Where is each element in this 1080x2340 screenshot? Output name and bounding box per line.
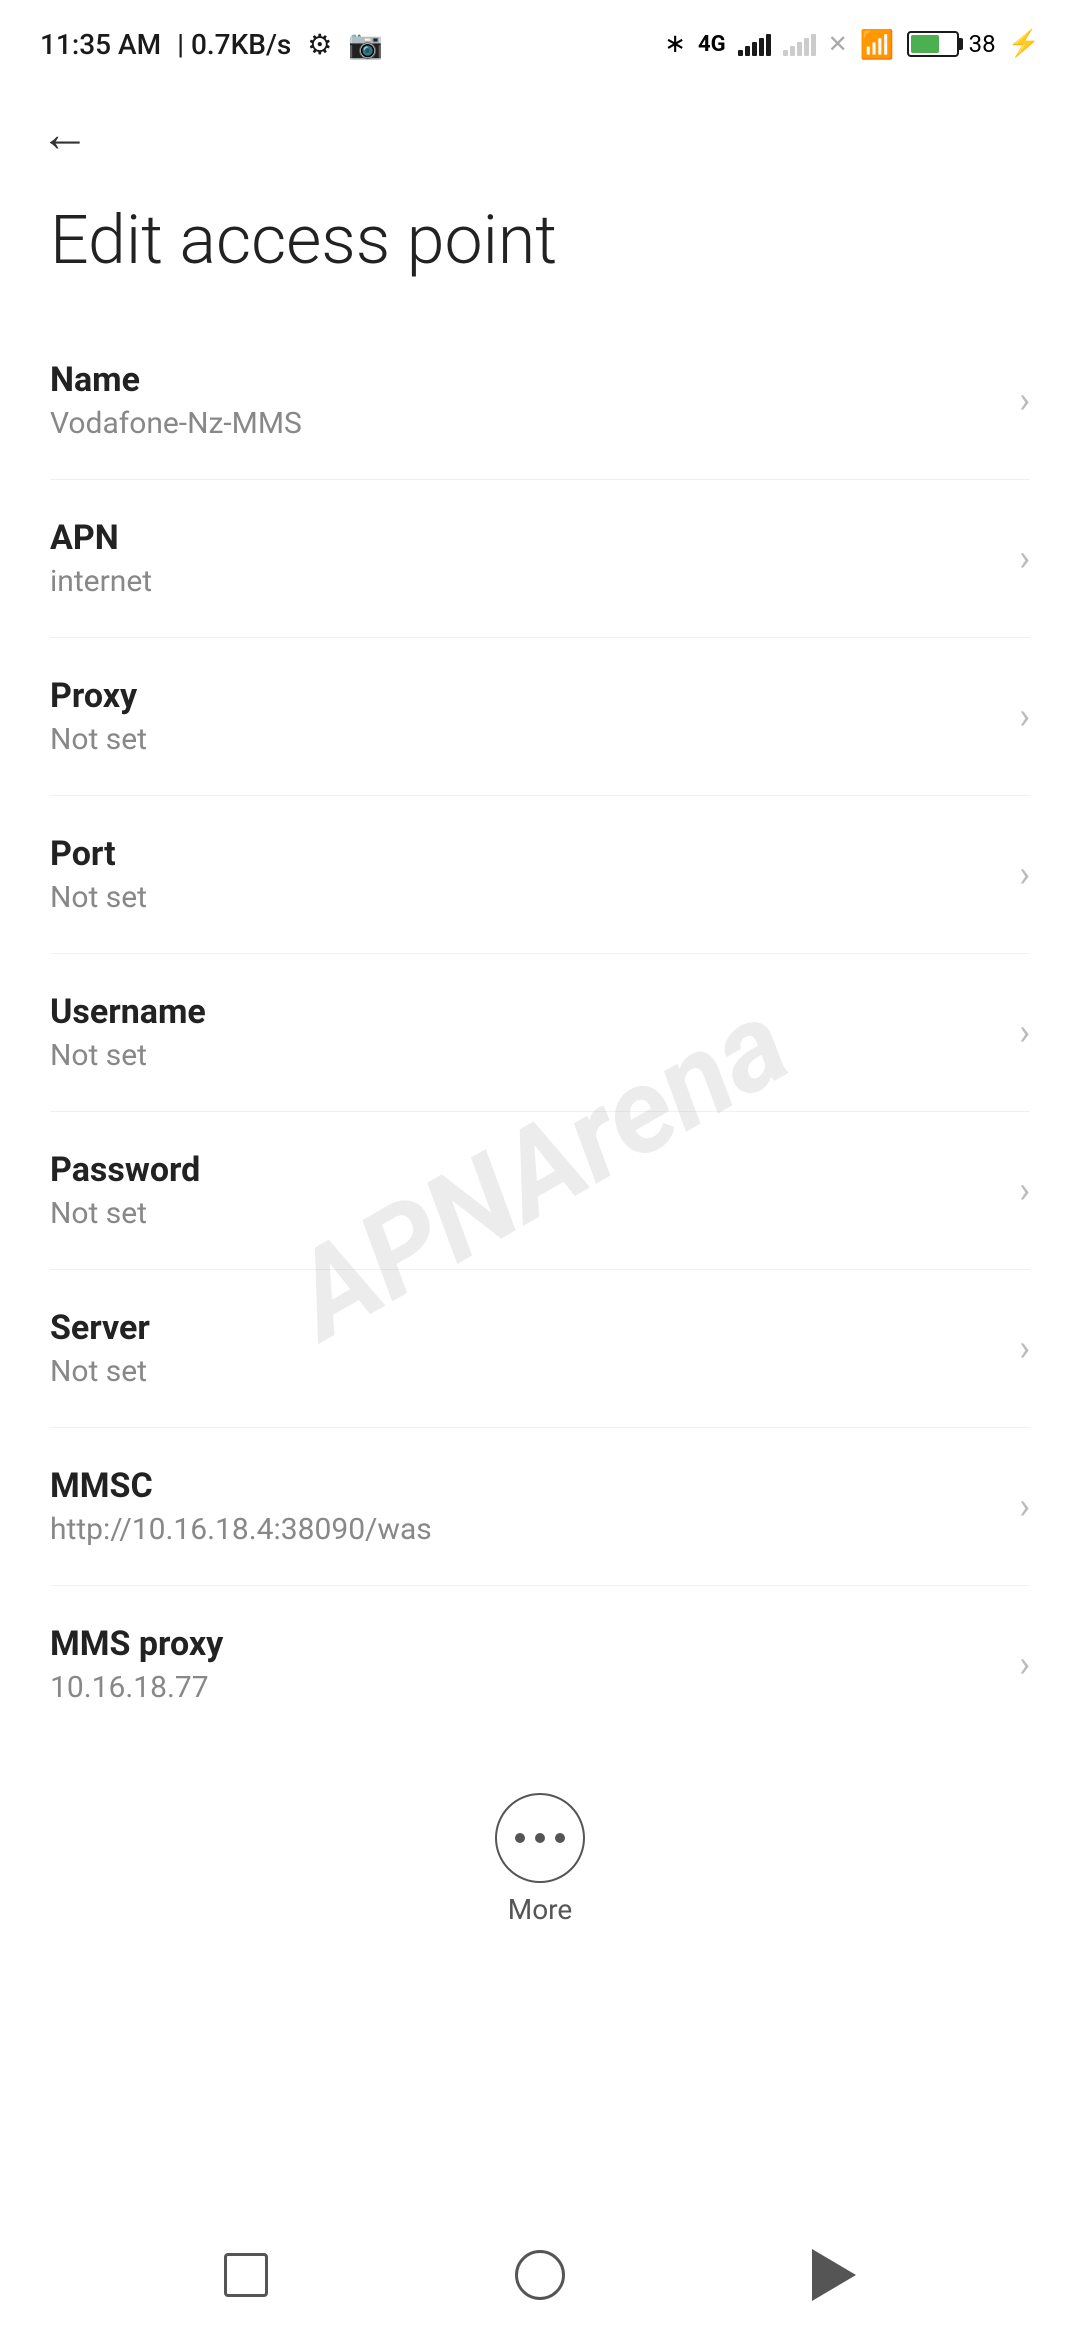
time-display: 11:35 AM bbox=[40, 28, 161, 61]
nav-home-button[interactable] bbox=[224, 2253, 268, 2297]
nav-triangle-icon bbox=[812, 2249, 856, 2301]
settings-item-username[interactable]: Username Not set › bbox=[50, 954, 1030, 1112]
chevron-icon-server: › bbox=[1019, 1327, 1030, 1369]
settings-value-name: Vodafone-Nz-MMS bbox=[50, 406, 999, 441]
settings-item-apn[interactable]: APN internet › bbox=[50, 480, 1030, 638]
settings-item-port[interactable]: Port Not set › bbox=[50, 796, 1030, 954]
more-dot-3 bbox=[555, 1833, 565, 1843]
chevron-icon-apn: › bbox=[1019, 537, 1030, 579]
bluetooth-icon: ∗ bbox=[664, 29, 686, 59]
settings-label-proxy: Proxy bbox=[50, 676, 999, 716]
speed-display: | 0.7KB/s bbox=[177, 28, 291, 61]
nav-recents-button[interactable] bbox=[812, 2249, 856, 2301]
settings-label-apn: APN bbox=[50, 518, 999, 558]
no-signal-icon: ✕ bbox=[828, 30, 848, 58]
settings-value-username: Not set bbox=[50, 1038, 999, 1073]
chevron-icon-password: › bbox=[1019, 1169, 1030, 1211]
nav-back[interactable]: ← bbox=[0, 80, 1080, 180]
status-right: ∗ 4G ✕ 📶 38 ⚡ bbox=[664, 28, 1040, 61]
more-dots bbox=[515, 1833, 565, 1843]
settings-label-username: Username bbox=[50, 992, 999, 1032]
settings-item-mmsc[interactable]: MMSC http://10.16.18.4:38090/was › bbox=[50, 1428, 1030, 1586]
battery-indicator: 38 bbox=[907, 30, 996, 58]
more-label: More bbox=[508, 1893, 573, 1926]
bottom-nav bbox=[0, 2210, 1080, 2340]
settings-item-name[interactable]: Name Vodafone-Nz-MMS › bbox=[50, 322, 1030, 480]
chevron-icon-username: › bbox=[1019, 1011, 1030, 1053]
settings-value-mmsc: http://10.16.18.4:38090/was bbox=[50, 1512, 999, 1547]
signal-bars-1 bbox=[738, 32, 771, 56]
chevron-icon-mms-proxy: › bbox=[1019, 1643, 1030, 1685]
settings-item-proxy[interactable]: Proxy Not set › bbox=[50, 638, 1030, 796]
page-title: Edit access point bbox=[0, 180, 1080, 322]
status-bar: 11:35 AM | 0.7KB/s ⚙ 📷 ∗ 4G ✕ 📶 38 bbox=[0, 0, 1080, 80]
settings-item-password[interactable]: Password Not set › bbox=[50, 1112, 1030, 1270]
charging-icon: ⚡ bbox=[1008, 29, 1040, 59]
nav-back-button[interactable] bbox=[515, 2250, 565, 2300]
settings-label-server: Server bbox=[50, 1308, 999, 1348]
chevron-icon-name: › bbox=[1019, 379, 1030, 421]
settings-label-port: Port bbox=[50, 834, 999, 874]
wifi-icon: 📶 bbox=[860, 28, 895, 61]
chevron-icon-mmsc: › bbox=[1019, 1485, 1030, 1527]
settings-label-mms-proxy: MMS proxy bbox=[50, 1624, 999, 1664]
settings-label-mmsc: MMSC bbox=[50, 1466, 999, 1506]
settings-value-server: Not set bbox=[50, 1354, 999, 1389]
chevron-icon-port: › bbox=[1019, 853, 1030, 895]
camera-icon: 📷 bbox=[348, 28, 383, 61]
battery-percent: 38 bbox=[969, 30, 996, 58]
more-circle-icon[interactable] bbox=[495, 1793, 585, 1883]
settings-list: Name Vodafone-Nz-MMS › APN internet › Pr… bbox=[0, 322, 1080, 1743]
settings-value-port: Not set bbox=[50, 880, 999, 915]
settings-icon: ⚙ bbox=[307, 28, 332, 61]
back-arrow-icon[interactable]: ← bbox=[40, 110, 90, 160]
settings-label-name: Name bbox=[50, 360, 999, 400]
settings-label-password: Password bbox=[50, 1150, 999, 1190]
settings-value-mms-proxy: 10.16.18.77 bbox=[50, 1670, 999, 1705]
settings-item-mms-proxy[interactable]: MMS proxy 10.16.18.77 › bbox=[50, 1586, 1030, 1743]
chevron-icon-proxy: › bbox=[1019, 695, 1030, 737]
settings-item-server[interactable]: Server Not set › bbox=[50, 1270, 1030, 1428]
nav-circle-icon bbox=[515, 2250, 565, 2300]
settings-value-proxy: Not set bbox=[50, 722, 999, 757]
settings-value-password: Not set bbox=[50, 1196, 999, 1231]
more-dot-2 bbox=[535, 1833, 545, 1843]
signal-bars-2 bbox=[783, 32, 816, 56]
settings-value-apn: internet bbox=[50, 564, 999, 599]
more-dot-1 bbox=[515, 1833, 525, 1843]
more-button-area[interactable]: More bbox=[0, 1763, 1080, 1956]
nav-square-icon bbox=[224, 2253, 268, 2297]
signal-4g-icon: 4G bbox=[698, 32, 726, 57]
status-left: 11:35 AM | 0.7KB/s ⚙ 📷 bbox=[40, 28, 383, 61]
